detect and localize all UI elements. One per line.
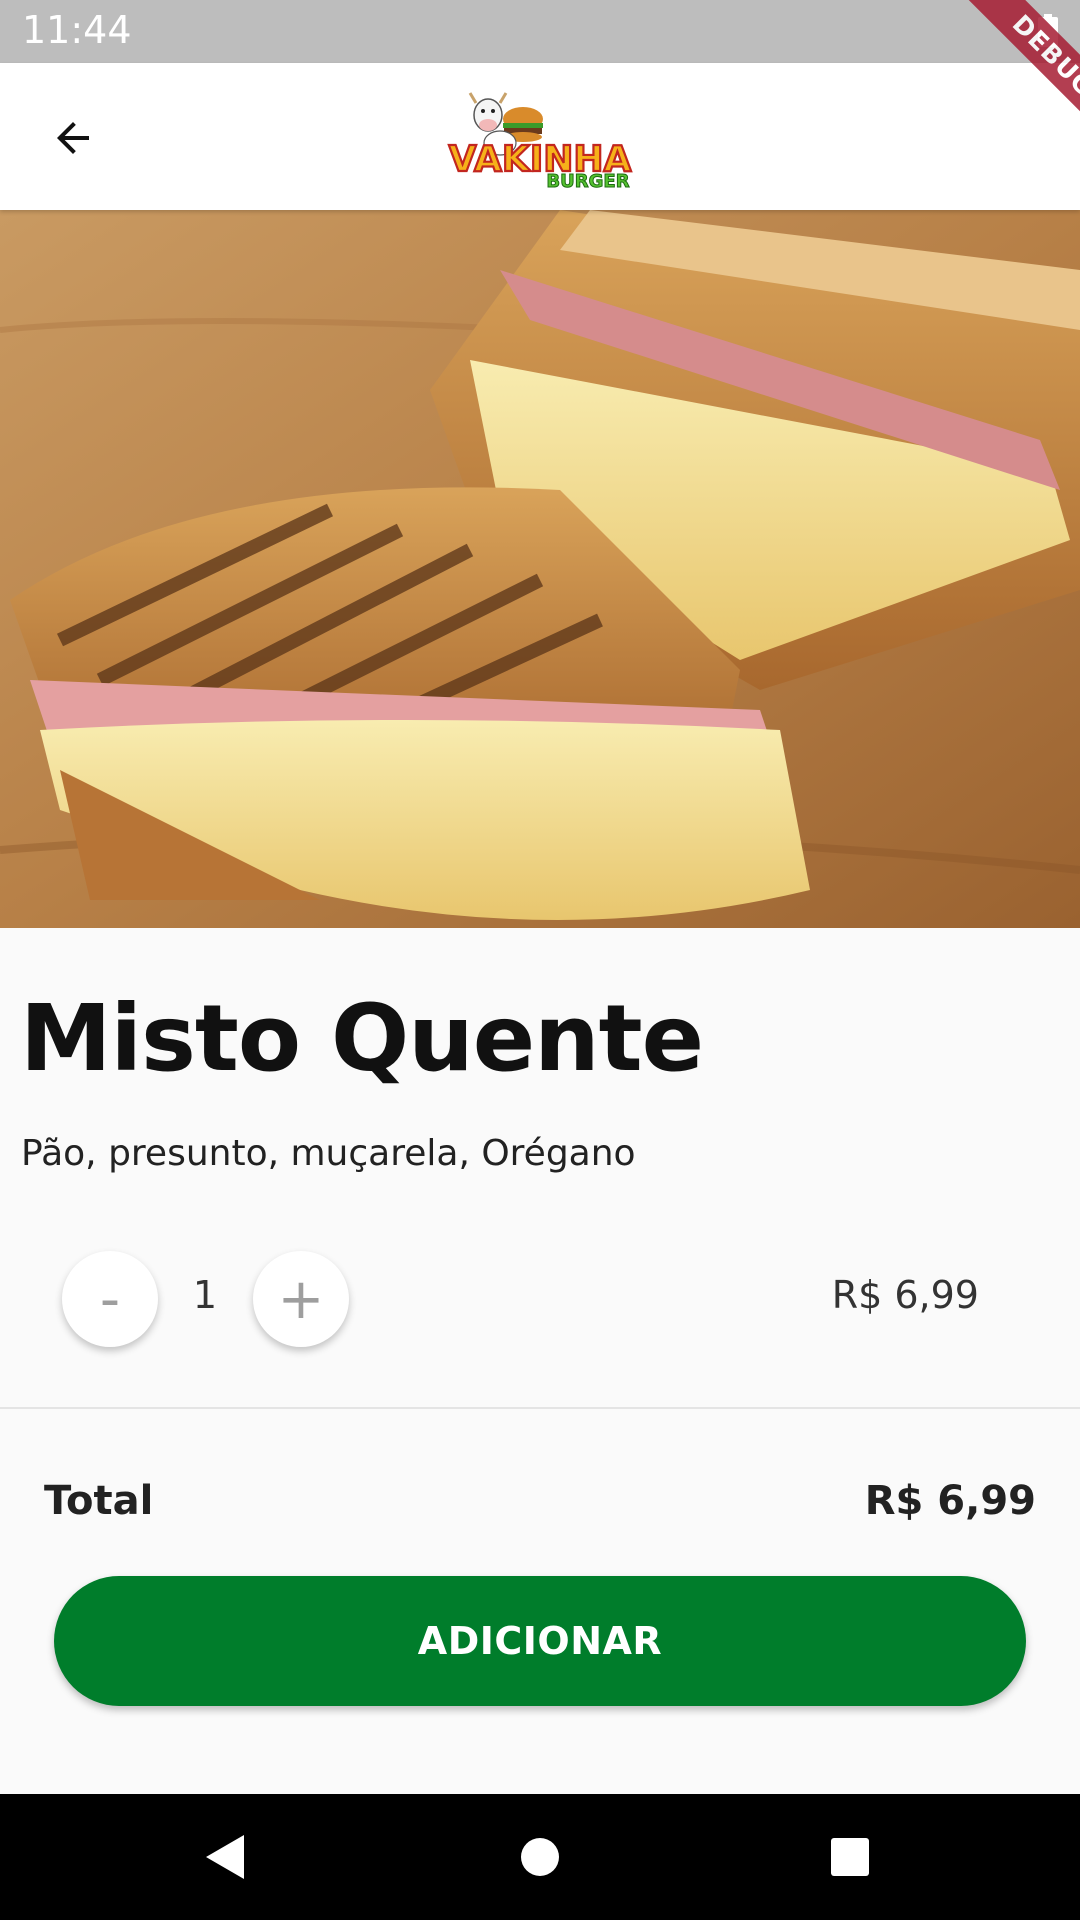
minus-icon: - bbox=[99, 1266, 121, 1332]
product-description: Pão, presunto, muçarela, Orégano bbox=[21, 1133, 636, 1174]
product-name: Misto Quente bbox=[20, 985, 704, 1092]
status-time: 11:44 bbox=[22, 8, 132, 52]
quantity-value: 1 bbox=[192, 1273, 218, 1317]
product-image bbox=[0, 210, 1080, 928]
nav-back-button[interactable] bbox=[196, 1827, 256, 1887]
add-to-cart-button[interactable]: ADICIONAR bbox=[54, 1576, 1026, 1706]
square-recents-icon bbox=[831, 1838, 869, 1876]
app-bar: VAKINHA BURGER bbox=[0, 63, 1080, 210]
divider bbox=[0, 1407, 1080, 1409]
nav-home-button[interactable] bbox=[510, 1827, 570, 1887]
unit-price: R$ 6,99 bbox=[831, 1273, 979, 1317]
logo-text-sub: BURGER bbox=[546, 171, 629, 192]
plus-icon: + bbox=[277, 1266, 325, 1332]
triangle-back-icon bbox=[206, 1835, 244, 1879]
debug-banner: DEBUG bbox=[920, 0, 1080, 160]
add-button-label: ADICIONAR bbox=[417, 1619, 663, 1663]
arrow-back-icon bbox=[57, 122, 89, 154]
decrease-quantity-button[interactable]: - bbox=[62, 1251, 158, 1347]
back-button[interactable] bbox=[40, 105, 106, 171]
nav-recents-button[interactable] bbox=[820, 1827, 880, 1887]
system-navigation-bar bbox=[0, 1794, 1080, 1920]
status-bar: 11:44 bbox=[0, 0, 1080, 63]
debug-label: DEBUG bbox=[957, 0, 1080, 152]
total-label: Total bbox=[44, 1478, 154, 1524]
increase-quantity-button[interactable]: + bbox=[253, 1251, 349, 1347]
vakinha-burger-logo: VAKINHA BURGER bbox=[448, 92, 633, 193]
circle-home-icon bbox=[521, 1838, 559, 1876]
total-value: R$ 6,99 bbox=[864, 1478, 1036, 1524]
